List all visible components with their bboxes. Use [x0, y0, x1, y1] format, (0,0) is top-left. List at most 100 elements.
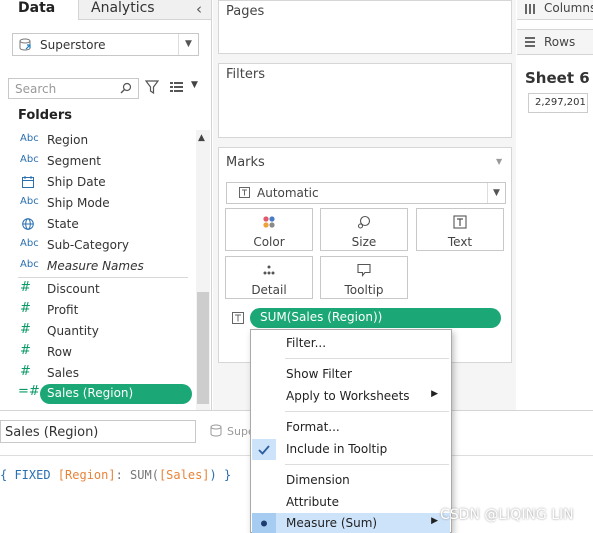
pages-shelf[interactable]: Pages: [218, 0, 512, 54]
menu-item-label: Show Filter: [286, 367, 352, 381]
code-close: ) }: [209, 468, 232, 482]
calendar-icon: [22, 176, 34, 188]
field-measure-names[interactable]: Abc Measure Names: [0, 256, 196, 277]
field-quantity[interactable]: # Quantity: [0, 321, 196, 342]
code-keyword: { FIXED: [0, 468, 58, 482]
field-label: Sub-Category: [47, 238, 129, 252]
menu-item-attribute[interactable]: Attribute: [252, 492, 450, 513]
calculation-formula[interactable]: { FIXED [Region]: SUM([Sales]) }: [0, 468, 231, 482]
tab-data[interactable]: Data: [0, 0, 78, 20]
list-view-icon[interactable]: [170, 82, 183, 92]
detail-label: Detail: [251, 283, 287, 297]
tooltip-button[interactable]: Tooltip: [320, 256, 408, 299]
menu-item-label: Format...: [286, 420, 340, 434]
string-type-icon: Abc: [20, 238, 39, 249]
submenu-arrow-icon: ▶: [431, 389, 438, 399]
size-button[interactable]: Size: [320, 208, 408, 251]
field-state[interactable]: State: [0, 214, 196, 235]
search-input[interactable]: Search: [8, 78, 139, 99]
folders-title: Folders: [18, 108, 73, 123]
calculated-number-icon: =#: [18, 384, 40, 399]
code-dimension: [Region]: [57, 468, 116, 482]
field-sales[interactable]: # Sales: [0, 363, 196, 384]
text-icon: [453, 215, 467, 229]
field-region[interactable]: Abc Region: [0, 130, 196, 151]
size-icon: [357, 215, 371, 229]
tab-analytics[interactable]: Analytics: [78, 0, 211, 20]
menu-separator: [285, 464, 449, 465]
menu-item-show-filter[interactable]: Show Filter: [252, 364, 450, 385]
menu-separator: [285, 411, 449, 412]
code-measure: [Sales]: [158, 468, 210, 482]
scrollbar-thumb[interactable]: [197, 292, 209, 404]
color-label: Color: [253, 235, 285, 249]
menu-item-filter[interactable]: Filter...: [252, 333, 450, 354]
size-label: Size: [351, 235, 377, 249]
menu-item-measure-sum[interactable]: Measure (Sum) ▶: [252, 513, 450, 533]
field-sales-region-selected[interactable]: Sales (Region): [40, 384, 192, 404]
field-label: Measure Names: [47, 259, 144, 273]
string-type-icon: Abc: [20, 259, 39, 270]
field-ship-mode[interactable]: Abc Ship Mode: [0, 193, 196, 214]
field-label: Profit: [47, 303, 79, 317]
text-button[interactable]: Text: [416, 208, 504, 251]
field-label: Row: [47, 345, 72, 359]
datasource-label: Superstore: [40, 38, 106, 52]
tooltip-icon: [357, 263, 371, 277]
rows-icon: [525, 37, 535, 47]
field-label: State: [47, 217, 79, 231]
mark-type-select[interactable]: Automatic ▼: [226, 182, 506, 204]
field-label: Discount: [47, 282, 100, 296]
text-mark-icon: [239, 187, 250, 198]
rows-shelf[interactable]: Rows: [517, 29, 593, 55]
filters-shelf[interactable]: Filters: [218, 63, 512, 138]
field-label: Quantity: [47, 324, 99, 338]
globe-icon: [22, 218, 34, 230]
filters-title: Filters: [226, 67, 265, 82]
chevron-down-icon[interactable]: ▼: [496, 157, 502, 166]
field-sub-category[interactable]: Abc Sub-Category: [0, 235, 196, 256]
datasource-icon: [210, 424, 222, 437]
pill-context-menu: Filter... Show Filter Apply to Worksheet…: [250, 329, 452, 533]
calculation-name-input[interactable]: Sales (Region): [0, 420, 196, 443]
menu-item-include-in-tooltip[interactable]: Include in Tooltip: [252, 439, 450, 460]
check-icon: [252, 439, 276, 460]
pill-label: SUM(Sales (Region)): [260, 310, 383, 324]
marks-title: Marks: [226, 155, 265, 170]
sheet-value-cell[interactable]: 2,297,201: [528, 93, 588, 113]
chevron-down-icon[interactable]: ▼: [191, 80, 198, 90]
detail-button[interactable]: Detail: [225, 256, 313, 299]
color-button[interactable]: Color: [225, 208, 313, 251]
text-label: Text: [447, 235, 473, 249]
menu-item-label: Measure (Sum): [286, 516, 378, 530]
field-label: Ship Date: [47, 175, 106, 189]
field-discount[interactable]: # Discount: [0, 279, 196, 300]
menu-separator: [285, 358, 449, 359]
number-type-icon: #: [20, 364, 31, 379]
chevron-down-icon[interactable]: ▼: [178, 34, 198, 55]
sum-sales-region-pill[interactable]: SUM(Sales (Region)): [250, 308, 501, 328]
search-icon: [120, 82, 132, 94]
number-type-icon: #: [20, 322, 31, 337]
tooltip-label: Tooltip: [344, 283, 384, 297]
menu-item-format[interactable]: Format...: [252, 417, 450, 438]
view-area: [517, 0, 593, 410]
field-segment[interactable]: Abc Segment: [0, 151, 196, 172]
datasource-select[interactable]: Superstore ▼: [12, 33, 199, 56]
field-row[interactable]: # Row: [0, 342, 196, 363]
scroll-up-icon[interactable]: ▲: [198, 133, 205, 143]
menu-item-apply-to-worksheets[interactable]: Apply to Worksheets ▶: [252, 386, 450, 407]
columns-shelf[interactable]: Columns: [517, 0, 593, 20]
dimensions-measures-divider: [18, 277, 188, 278]
string-type-icon: Abc: [20, 196, 39, 207]
menu-item-dimension[interactable]: Dimension: [252, 470, 450, 491]
search-placeholder: Search: [15, 82, 57, 96]
number-type-icon: #: [20, 280, 31, 295]
string-type-icon: Abc: [20, 133, 39, 144]
menu-item-label: Dimension: [286, 473, 350, 487]
filter-icon[interactable]: [145, 80, 159, 94]
sheet-title: Sheet 6: [525, 69, 590, 87]
field-ship-date[interactable]: Ship Date: [0, 172, 196, 193]
chevron-down-icon[interactable]: ▼: [487, 183, 505, 203]
field-profit[interactable]: # Profit: [0, 300, 196, 321]
